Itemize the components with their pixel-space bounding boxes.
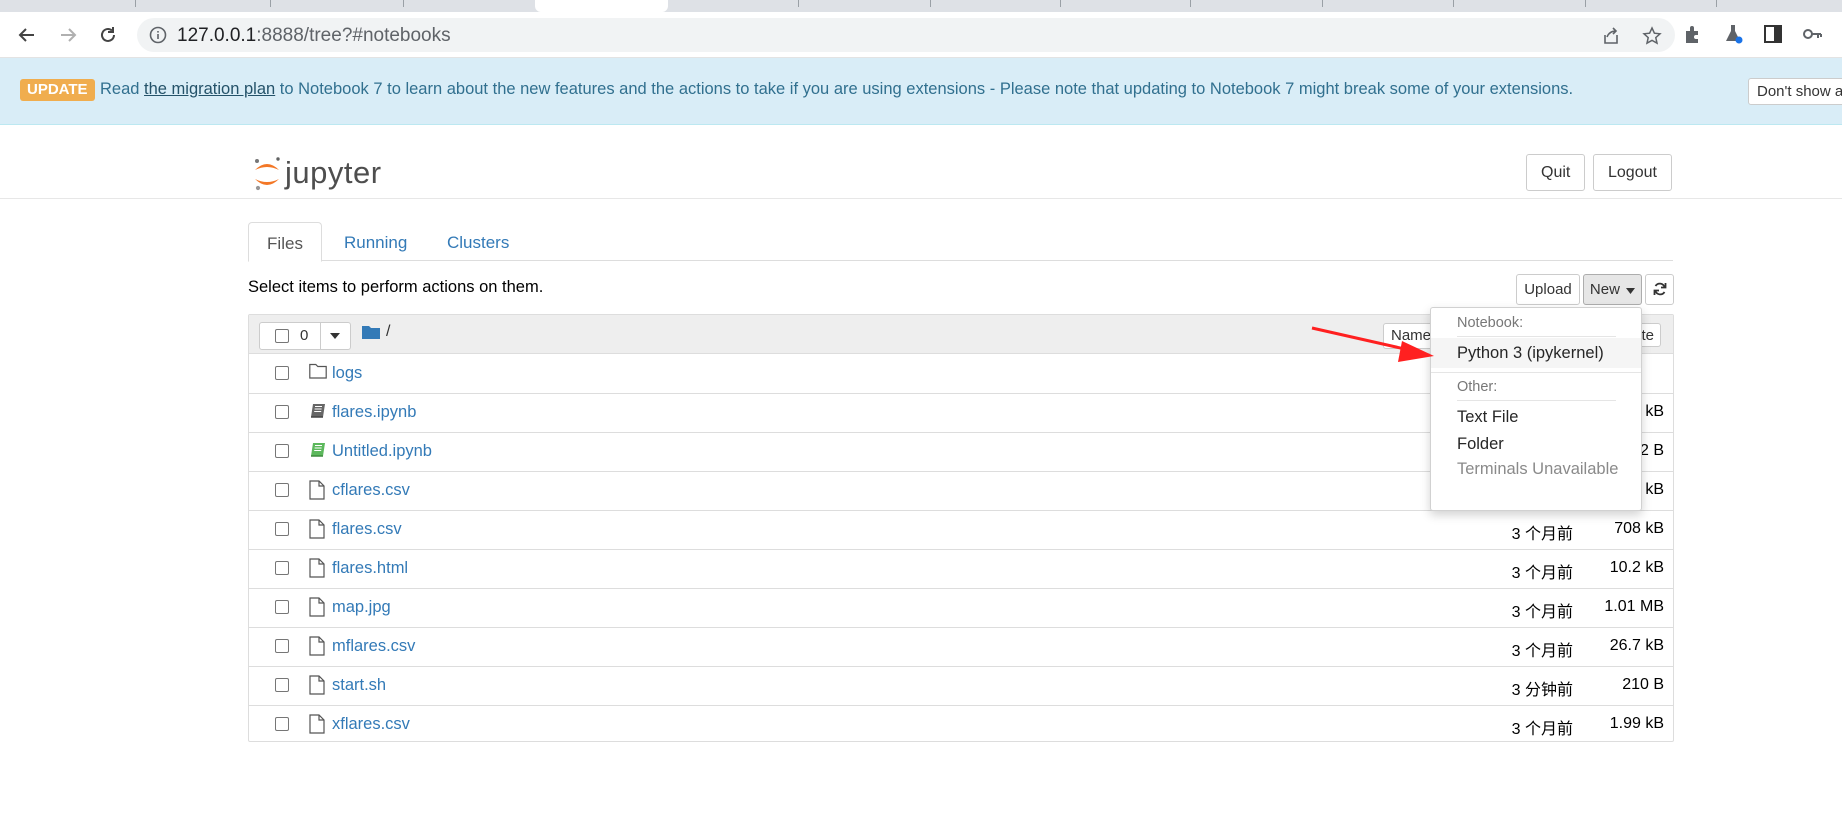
file-icon [309,636,327,656]
item-name-link[interactable]: mflares.csv [332,637,415,656]
item-name-link[interactable]: cflares.csv [332,481,410,500]
selected-count: 0 [300,327,309,344]
breadcrumb-root[interactable]: / [386,323,390,341]
terminals-unavailable: Terminals Unavailable [1457,460,1619,478]
item-checkbox[interactable] [275,405,289,419]
extensions-puzzle-icon[interactable] [1682,23,1704,45]
jupyter-logo-icon [255,157,280,191]
notebook-icon [309,402,327,422]
logout-button[interactable]: Logout [1593,154,1672,191]
file-icon [309,519,327,539]
folder-icon [309,363,327,383]
item-checkbox[interactable] [275,366,289,380]
list-item[interactable]: flares.csv 3 个月前 708 kB [249,510,1673,550]
new-python3-notebook[interactable]: Python 3 (ipykernel) [1431,338,1641,368]
select-all-checkbox[interactable] [275,329,289,343]
item-name-link[interactable]: map.jpg [332,598,391,617]
item-size: kB [1645,403,1664,420]
item-checkbox[interactable] [275,522,289,536]
item-size: 2 B [1639,442,1664,459]
dont-show-again-button[interactable]: Don't show a [1748,78,1842,105]
new-text-file[interactable]: Text File [1431,402,1641,432]
update-badge: UPDATE [20,79,95,101]
item-name-link[interactable]: flares.csv [332,520,402,539]
list-item[interactable]: xflares.csv 3 个月前 1.99 kB [249,705,1673,744]
address-url: 127.0.0.1:8888/tree?#notebooks [177,25,451,46]
notebook-section-header: Notebook: [1457,315,1524,331]
item-name-link[interactable]: Untitled.ipynb [332,442,432,461]
item-name-link[interactable]: flares.ipynb [332,403,416,422]
caret-down-icon [1626,288,1636,294]
item-checkbox[interactable] [275,717,289,731]
item-name-link[interactable]: flares.html [332,559,408,578]
tab-files[interactable]: Files [248,222,322,262]
list-item[interactable]: mflares.csv 3 个月前 26.7 kB [249,627,1673,667]
jupyter-header: jupyter Quit Logout [0,125,1842,199]
item-checkbox[interactable] [275,678,289,692]
item-size: kB [1645,481,1664,498]
back-arrow-icon[interactable] [14,22,40,48]
jupyter-logo[interactable]: jupyter [252,153,382,193]
dropdown-divider [1431,372,1641,373]
bookmark-star-icon[interactable] [1642,26,1662,46]
item-name-link[interactable]: xflares.csv [332,715,410,734]
item-checkbox[interactable] [275,444,289,458]
update-message: Read the migration plan to Notebook 7 to… [100,80,1574,98]
select-all-group[interactable]: 0 [259,322,351,350]
item-modified: 3 个月前 [1511,565,1573,582]
file-icon [309,714,327,734]
tab-clusters[interactable]: Clusters [447,222,509,260]
forward-arrow-icon[interactable] [55,22,81,48]
file-icon [309,480,327,500]
tab-bar: Files Running Clusters [248,222,1673,262]
refresh-icon [1653,282,1666,296]
browser-tab-strip [0,0,1842,12]
address-bar[interactable]: 127.0.0.1:8888/tree?#notebooks [137,18,1675,52]
home-folder-icon[interactable] [362,324,380,340]
item-name-link[interactable]: start.sh [332,676,386,695]
reload-icon[interactable] [95,22,121,48]
upload-button[interactable]: Upload [1516,274,1580,305]
item-size: 26.7 kB [1609,637,1664,654]
item-modified: 3 个月前 [1511,526,1573,543]
item-modified: 3 个月前 [1511,721,1573,738]
update-banner: UPDATE Read the migration plan to Notebo… [0,58,1842,125]
file-icon [309,558,327,578]
other-section-header: Other: [1457,379,1498,395]
item-modified: 3 分钟前 [1511,682,1573,699]
item-size: 708 kB [1614,520,1664,537]
item-checkbox[interactable] [275,600,289,614]
item-checkbox[interactable] [275,561,289,575]
item-modified: 3 个月前 [1511,643,1573,660]
list-item[interactable]: flares.html 3 个月前 10.2 kB [249,549,1673,589]
item-modified: 3 个月前 [1511,604,1573,621]
item-checkbox[interactable] [275,483,289,497]
file-icon [309,675,327,695]
file-icon [309,597,327,617]
site-info-icon[interactable] [149,26,167,44]
browser-toolbar: 127.0.0.1:8888/tree?#notebooks [0,12,1842,58]
tab-running[interactable]: Running [344,222,407,260]
item-size: 10.2 kB [1609,559,1664,576]
select-menu-caret-icon[interactable] [320,323,350,349]
lab-flask-icon[interactable] [1722,23,1744,45]
quit-button[interactable]: Quit [1526,154,1586,191]
item-size: 210 B [1622,676,1664,693]
item-name-link[interactable]: logs [332,364,362,383]
share-icon[interactable] [1601,26,1621,46]
item-size: 1.01 MB [1604,598,1664,615]
active-browser-tab[interactable] [535,0,668,12]
key-icon[interactable] [1801,23,1823,45]
new-dropdown-menu: Notebook: Python 3 (ipykernel) Other: Te… [1430,307,1642,511]
side-panel-icon[interactable] [1762,23,1784,45]
new-dropdown-button[interactable]: New [1583,274,1642,305]
running-notebook-icon [309,441,327,461]
list-item[interactable]: start.sh 3 分钟前 210 B [249,666,1673,706]
list-item[interactable]: map.jpg 3 个月前 1.01 MB [249,588,1673,628]
item-size: 1.99 kB [1609,715,1664,732]
refresh-list-button[interactable] [1645,274,1674,305]
select-items-hint: Select items to perform actions on them. [248,278,544,296]
migration-plan-link[interactable]: the migration plan [144,80,275,98]
item-checkbox[interactable] [275,639,289,653]
